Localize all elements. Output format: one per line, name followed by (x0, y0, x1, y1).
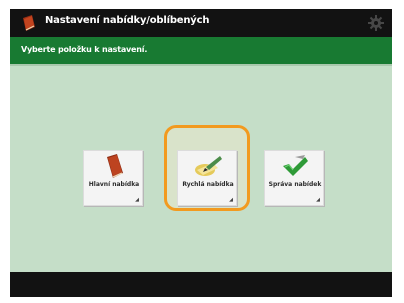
pencil-note-icon (195, 156, 222, 176)
red-book-icon (107, 154, 123, 178)
title-bar: Nastavení nabídky/oblíbených (10, 9, 392, 37)
bottom-bar (10, 272, 392, 297)
arrow-icon: ◢ (316, 197, 320, 203)
tile-label: Hlavní nabídka (88, 181, 140, 188)
arrow-icon: ◢ (135, 197, 139, 203)
instruction-text: Vyberte položku k nastavení. (21, 45, 148, 54)
tile-label: Správa nabídek (268, 181, 322, 188)
tile-quick-menu[interactable]: Rychlá nabídka ◢ (177, 150, 237, 206)
tile-menu-management[interactable]: Správa nabídek ◢ (264, 150, 324, 206)
tile-main-menu[interactable]: Hlavní nabídka ◢ (83, 150, 143, 206)
content-divider (10, 64, 392, 66)
device-screen: Nastavení nabídky/oblíbených Vyberte pol… (10, 9, 392, 297)
gear-icon[interactable] (367, 14, 385, 32)
arrow-icon: ◢ (229, 197, 233, 203)
instruction-bar: Vyberte položku k nastavení. (10, 37, 392, 64)
screen-title: Nastavení nabídky/oblíbených (45, 15, 210, 26)
tile-label: Rychlá nabídka (182, 181, 234, 188)
red-book-icon (23, 15, 35, 31)
green-checkmark-icon (283, 155, 308, 176)
